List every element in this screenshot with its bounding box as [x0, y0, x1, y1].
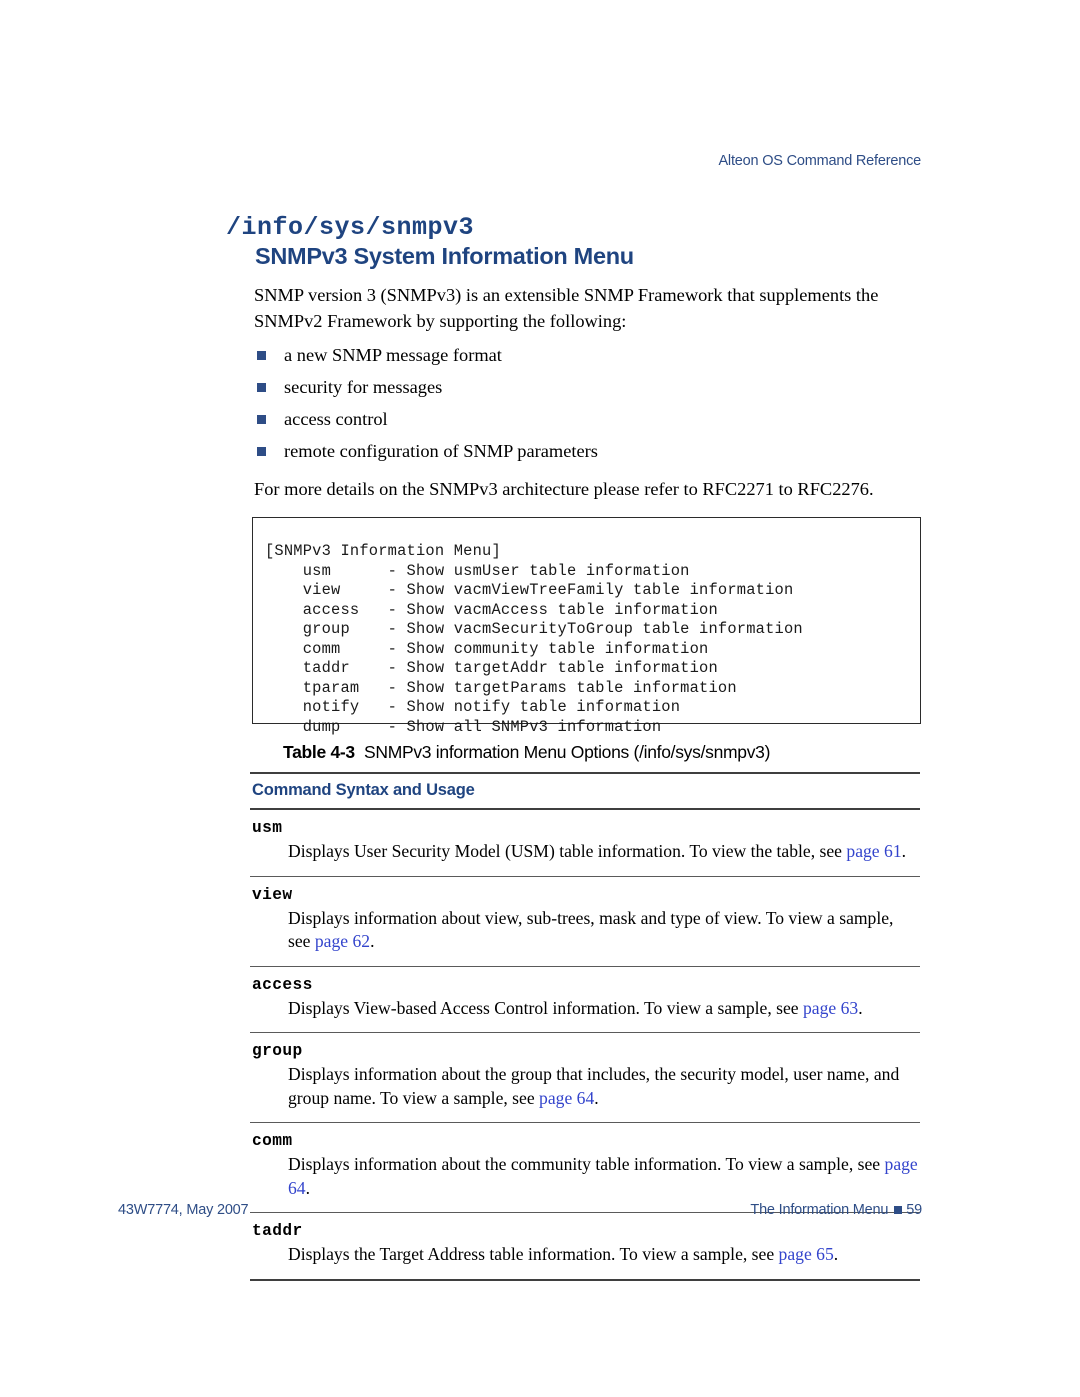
table-row-command: comm — [252, 1132, 293, 1150]
description-text-after: . — [370, 931, 375, 951]
table-caption: Table 4-3 SNMPv3 information Menu Option… — [283, 742, 770, 763]
page-title: SNMPv3 System Information Menu — [255, 243, 634, 269]
table-row-command: access — [252, 975, 313, 994]
page-footer: 43W7774, May 2007 The Information Menu 59 — [0, 1202, 1080, 1226]
square-bullet-icon — [894, 1205, 903, 1214]
table-row-description: Displays View-based Access Control infor… — [250, 997, 920, 1025]
table-row-description: Displays information about view, sub-tre… — [250, 907, 920, 958]
list-item: remote configuration of SNMP parameters — [254, 439, 930, 471]
description-text-after: . — [901, 841, 907, 861]
square-bullet-icon — [257, 415, 266, 424]
cli-menu-code-text: [SNMPv3 Information Menu] usm - Show usm… — [265, 542, 803, 736]
list-item: security for messages — [254, 375, 930, 407]
list-item-label: access control — [284, 409, 388, 429]
feature-bullet-list: a new SNMP message format security for m… — [254, 343, 930, 471]
table-row-description: Displays the Target Address table inform… — [250, 1243, 920, 1271]
running-header: Alteon OS Command Reference — [718, 153, 921, 169]
intro-paragraph: SNMP version 3 (SNMPv3) is an extensible… — [254, 285, 879, 331]
square-bullet-icon — [257, 351, 266, 360]
table-column-header: Command Syntax and Usage — [252, 781, 475, 799]
table-row-command: view — [252, 885, 293, 904]
page-xref-link[interactable]: page 63 — [803, 998, 858, 1018]
page-xref-link[interactable]: page 64 — [539, 1088, 594, 1108]
description-text-before: Displays information about the community… — [288, 1154, 885, 1174]
page-xref-link[interactable]: page 65 — [779, 1244, 834, 1264]
square-bullet-icon — [257, 447, 266, 456]
closing-paragraph: For more details on the SNMPv3 architect… — [254, 479, 874, 499]
table-row: comm Displays information about the comm… — [250, 1123, 920, 1212]
square-bullet-icon — [257, 383, 266, 392]
description-text-before: Displays User Security Model (USM) table… — [288, 841, 847, 861]
description-text-before: Displays information about view, sub-tre… — [288, 907, 894, 952]
page-xref-link[interactable]: page 62 — [315, 931, 370, 951]
description-text-before: Displays View-based Access Control infor… — [288, 997, 803, 1018]
page-number: 59 — [906, 1202, 922, 1218]
table-caption-label: Table 4-3 — [283, 742, 355, 762]
table-row: group Displays information about the gro… — [250, 1033, 920, 1122]
list-item: access control — [254, 407, 930, 439]
table-row-description: Displays information about the community… — [250, 1153, 920, 1204]
description-text-before: Displays the Target Address table inform… — [288, 1244, 779, 1264]
table-row-command: group — [252, 1042, 303, 1060]
description-text-after: . — [594, 1087, 599, 1108]
table-row-command: usm — [252, 819, 283, 837]
list-item-label: security for messages — [284, 377, 443, 397]
table-row-description: Displays User Security Model (USM) table… — [250, 840, 920, 868]
table-row: access Displays View-based Access Contro… — [250, 967, 920, 1033]
footer-chapter-and-page: The Information Menu 59 — [750, 1202, 922, 1218]
page-xref-link[interactable]: page 61 — [846, 841, 901, 861]
table-caption-text: SNMPv3 information Menu Options (/info/s… — [364, 742, 771, 762]
list-item: a new SNMP message format — [254, 343, 930, 375]
command-path-heading: /info/sys/snmpv3 — [226, 213, 475, 242]
table-row: usm Displays User Security Model (USM) t… — [250, 810, 920, 876]
table-row-description: Displays information about the group tha… — [250, 1063, 920, 1114]
description-text-after: . — [833, 1244, 839, 1264]
list-item-label: a new SNMP message format — [284, 345, 502, 365]
table-row: view Displays information about view, su… — [250, 877, 920, 966]
description-text-after: . — [858, 997, 863, 1018]
list-item-label: remote configuration of SNMP parameters — [284, 441, 598, 461]
cli-menu-code-block: [SNMPv3 Information Menu] usm - Show usm… — [252, 517, 921, 736]
footer-document-id: 43W7774, May 2007 — [118, 1202, 249, 1218]
description-text-after: . — [305, 1177, 310, 1198]
document-page: Alteon OS Command Reference /info/sys/sn… — [0, 0, 1080, 1397]
table-rule-bottom — [250, 1278, 920, 1281]
footer-chapter-name: The Information Menu — [750, 1202, 889, 1218]
